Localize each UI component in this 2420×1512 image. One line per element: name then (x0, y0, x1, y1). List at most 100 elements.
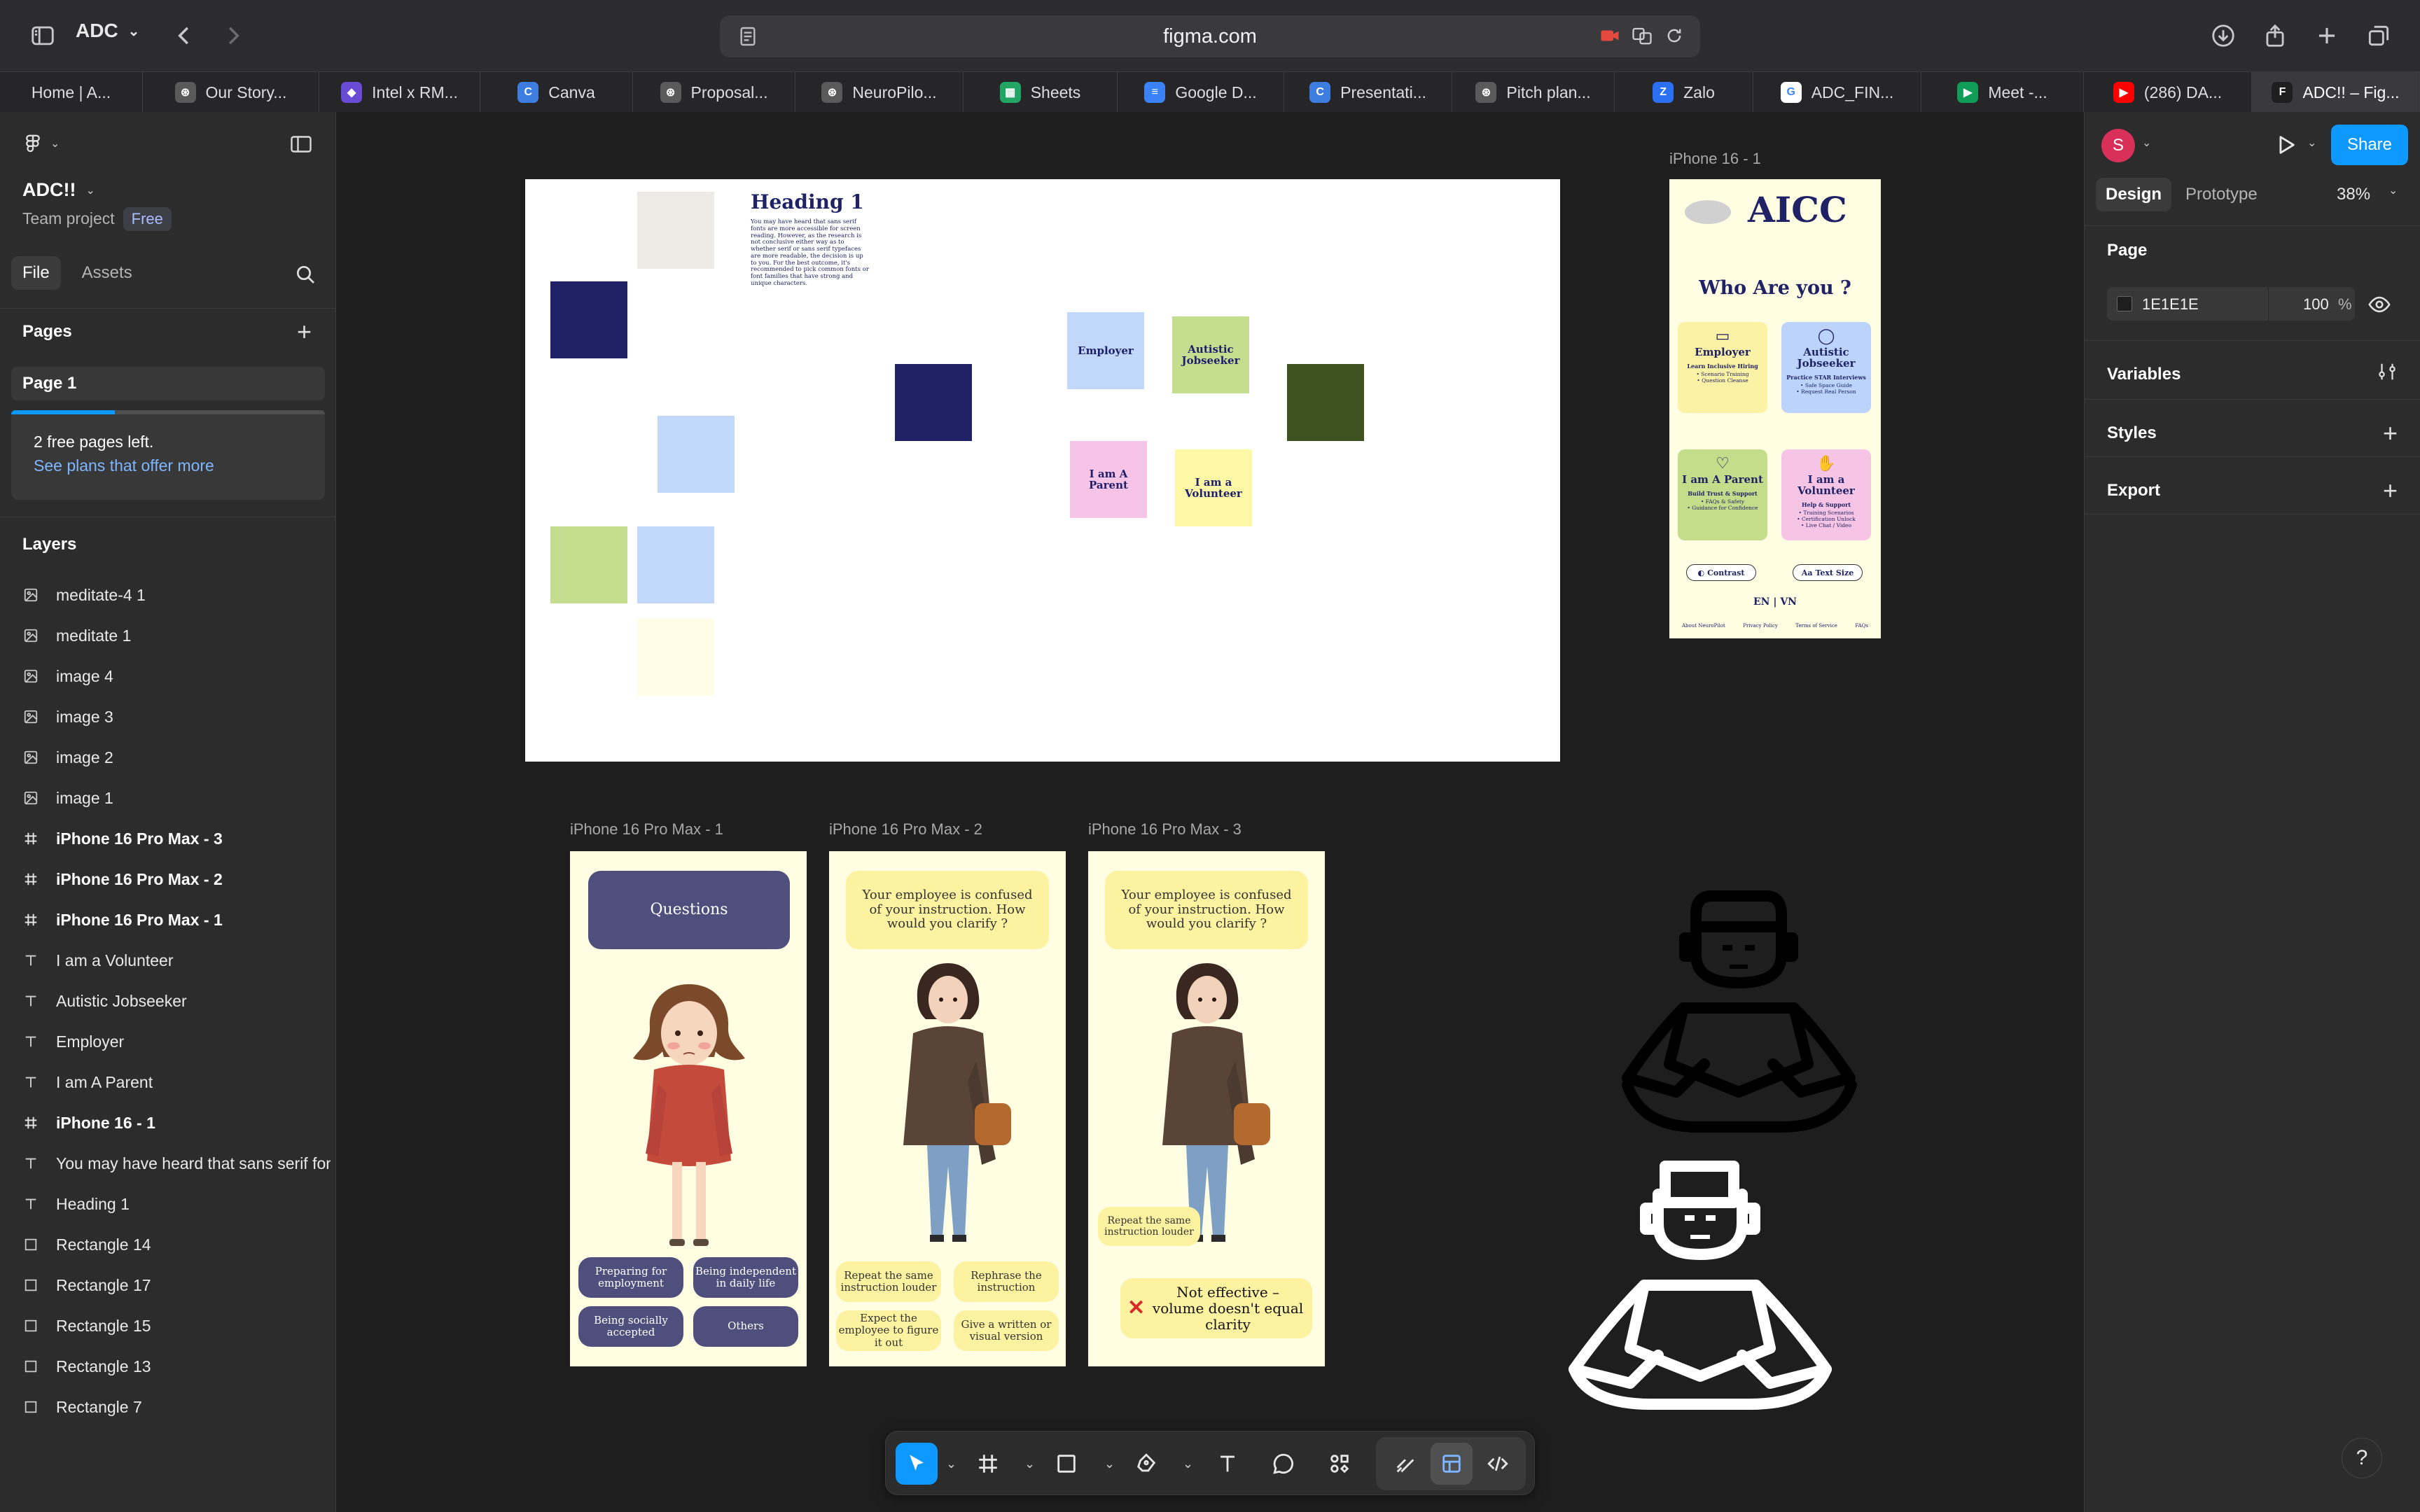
layer-item[interactable]: iPhone 16 - 1 (22, 1100, 331, 1145)
project-name[interactable]: ADC!! (22, 179, 76, 201)
layer-item[interactable]: Rectangle 13 (22, 1344, 331, 1389)
tab-prototype[interactable]: Prototype (2185, 185, 2258, 204)
pen-tool-icon[interactable] (1125, 1443, 1167, 1485)
chevron-down-icon[interactable]: ⌄ (1024, 1457, 1035, 1471)
see-plans-link[interactable]: See plans that offer more (34, 456, 214, 475)
rectangle-offwhite[interactable] (637, 192, 714, 269)
role-tile[interactable]: ▭ Employer Learn Inclusive Hiring • Scenari… (1678, 322, 1767, 413)
layer-item[interactable]: meditate 1 (22, 613, 331, 658)
move-tool-icon[interactable] (896, 1443, 938, 1485)
text-size-button[interactable]: Aa Text Size (1793, 564, 1863, 581)
option-repeat-louder[interactable]: Repeat the same instruction louder (836, 1261, 941, 1302)
reload-icon[interactable] (1662, 24, 1686, 48)
rectangle-light-blue[interactable] (658, 416, 735, 493)
sidebar-toggle-icon[interactable] (24, 17, 62, 55)
footer-link[interactable]: Privacy Policy (1743, 623, 1778, 629)
chevron-down-icon[interactable]: ⌄ (1104, 1457, 1115, 1471)
tab-design[interactable]: Design (2096, 178, 2172, 211)
option-rephrase[interactable]: Rephrase the instruction (954, 1261, 1059, 1302)
canvas[interactable]: Heading 1 You may have heard that sans s… (336, 112, 2084, 1512)
page-color-field[interactable]: 1E1E1E 100 % (2107, 287, 2355, 321)
actions-tool-icon[interactable] (1319, 1443, 1361, 1485)
frame-label-iphone16[interactable]: iPhone 16 - 1 (1669, 150, 1761, 168)
rectangle-navy[interactable] (550, 281, 627, 358)
browser-tab[interactable]: ▶ Meet -... (1921, 72, 2084, 113)
browser-tab[interactable]: ⊛ Our Story... (143, 72, 319, 113)
layer-item[interactable]: Rectangle 7 (22, 1385, 331, 1429)
camera-recording-icon[interactable] (1598, 24, 1622, 48)
browser-tab[interactable]: ≡ Google D... (1118, 72, 1284, 113)
layer-item[interactable]: image 2 (22, 735, 331, 780)
rectangle-navy-2[interactable] (895, 364, 972, 441)
browser-tab[interactable]: C Canva (480, 72, 633, 113)
language-switch[interactable]: EN | VN (1669, 596, 1881, 608)
layer-item[interactable]: Rectangle 15 (22, 1303, 331, 1348)
tab-assets[interactable]: Assets (71, 256, 144, 290)
layer-item[interactable]: image 1 (22, 776, 331, 820)
chevron-down-icon[interactable]: ⌄ (85, 183, 95, 197)
new-tab-icon[interactable] (2308, 17, 2346, 55)
card-employer[interactable]: Employer (1067, 312, 1144, 389)
plan-badge[interactable]: Free (123, 207, 172, 231)
rectangle-olive[interactable] (1287, 364, 1364, 441)
tab-group-selector[interactable]: ADC ⌄ (76, 20, 139, 42)
address-bar[interactable]: figma.com (720, 15, 1700, 57)
draw-mode-icon[interactable] (1384, 1443, 1426, 1485)
meditate-outline-icon[interactable] (1606, 875, 1872, 1141)
card-autistic-jobseeker[interactable]: Autistic Jobseeker (1172, 316, 1249, 393)
layer-item[interactable]: Autistic Jobseeker (22, 979, 331, 1023)
variables-settings-icon[interactable] (2377, 361, 2398, 387)
moodboard-frame[interactable]: Heading 1 You may have heard that sans s… (525, 179, 1560, 762)
add-style-icon[interactable]: + (2383, 419, 2398, 448)
frame-pro-max-3[interactable]: Your employee is confused of your instru… (1088, 851, 1325, 1366)
chevron-down-icon[interactable]: ⌄ (1183, 1457, 1193, 1471)
zoom-level[interactable]: 38% (2337, 185, 2370, 204)
design-mode-icon[interactable] (1431, 1443, 1473, 1485)
role-tile[interactable]: ◯ Autistic Jobseeker Practice STAR Intervi… (1781, 322, 1871, 413)
chevron-down-icon[interactable]: ⌄ (2388, 183, 2398, 197)
layer-item[interactable]: Rectangle 17 (22, 1263, 331, 1308)
text-tool-icon[interactable] (1206, 1443, 1249, 1485)
option-others[interactable]: Others (693, 1306, 798, 1347)
layer-item[interactable]: I am A Parent (22, 1060, 331, 1105)
role-tile[interactable]: ♡ I am A Parent Build Trust & Support • FAQ… (1678, 449, 1767, 540)
browser-tab[interactable]: ◆ Intel x RM... (319, 72, 480, 113)
browser-tab[interactable]: F ADC!! – Fig... (2252, 72, 2420, 113)
layer-item[interactable]: Employer (22, 1019, 331, 1064)
page-opacity[interactable]: 100 (2303, 295, 2329, 314)
layer-item[interactable]: iPhone 16 Pro Max - 3 (22, 816, 331, 861)
rectangle-tool-icon[interactable] (1045, 1443, 1087, 1485)
footer-link[interactable]: Terms of Service (1795, 623, 1837, 629)
browser-tab[interactable]: Home | A... (0, 72, 143, 113)
page-item-page-1[interactable]: Page 1 (11, 367, 325, 400)
chevron-down-icon[interactable]: ⌄ (2142, 136, 2151, 150)
layer-item[interactable]: image 4 (22, 654, 331, 699)
comment-tool-icon[interactable] (1263, 1443, 1305, 1485)
search-icon[interactable] (294, 263, 317, 289)
footer-link[interactable]: FAQs (1855, 623, 1868, 629)
browser-tab[interactable]: ⊛ Pitch plan... (1452, 72, 1615, 113)
role-tile[interactable]: ✋ I am a Volunteer Help & Support • Trainin… (1781, 449, 1871, 540)
frame-pro-max-1[interactable]: Questions Preparing for employment Being… (570, 851, 807, 1366)
dev-mode-icon[interactable] (1477, 1443, 1519, 1485)
share-icon[interactable] (2256, 17, 2294, 55)
panel-toggle-icon[interactable] (288, 132, 314, 160)
rectangle-green[interactable] (550, 526, 627, 603)
layer-item[interactable]: Rectangle 14 (22, 1222, 331, 1267)
translate-icon[interactable] (1630, 24, 1654, 48)
contrast-button[interactable]: ◐ Contrast (1686, 564, 1756, 581)
browser-tab[interactable]: Z Zalo (1615, 72, 1753, 113)
heading-text-block[interactable]: Heading 1 You may have heard that sans s… (751, 190, 870, 288)
frame-tool-icon[interactable] (967, 1443, 1009, 1485)
page-color-hex[interactable]: 1E1E1E (2142, 295, 2199, 314)
layer-item[interactable]: I am a Volunteer (22, 938, 331, 983)
card-volunteer[interactable]: I am a Volunteer (1175, 449, 1252, 526)
add-page-icon[interactable]: + (297, 319, 312, 344)
selected-option[interactable]: Repeat the same instruction louder (1098, 1207, 1200, 1246)
share-button[interactable]: Share (2331, 125, 2408, 165)
meditate-white-icon[interactable] (1560, 1152, 1840, 1418)
frame-label-pro1[interactable]: iPhone 16 Pro Max - 1 (570, 820, 723, 839)
help-button[interactable]: ? (2342, 1438, 2382, 1478)
chevron-down-icon[interactable]: ⌄ (946, 1457, 957, 1471)
color-swatch[interactable] (2117, 296, 2132, 312)
